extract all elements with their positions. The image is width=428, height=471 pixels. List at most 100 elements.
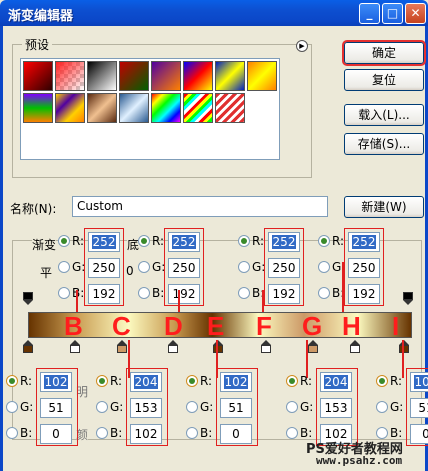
preset-swatch[interactable] — [215, 93, 245, 123]
channel-radio-r[interactable] — [138, 235, 150, 247]
channel-value-text: 250 — [272, 261, 296, 275]
channel-value-b[interactable]: 192 — [348, 284, 380, 304]
channel-value-g[interactable]: 250 — [348, 258, 380, 278]
channel-value-r[interactable]: 252 — [88, 232, 120, 252]
opacity-stop-right[interactable] — [403, 292, 413, 306]
channel-value-b[interactable]: 0 — [220, 424, 252, 444]
opacity-stop-left[interactable] — [23, 292, 33, 306]
preset-swatch[interactable] — [215, 61, 245, 91]
preset-swatch[interactable] — [23, 61, 53, 91]
channel-value-b[interactable]: 102 — [130, 424, 162, 444]
channel-value-r[interactable]: 102 — [220, 372, 252, 392]
channel-radio-g[interactable] — [376, 401, 388, 413]
close-button[interactable]: ✕ — [405, 3, 426, 24]
channel-value-text: 51 — [418, 401, 428, 415]
channel-radio-g[interactable] — [286, 401, 298, 413]
color-stop[interactable] — [308, 340, 318, 354]
color-stop[interactable] — [117, 340, 127, 354]
color-stop[interactable] — [213, 340, 223, 354]
preset-swatch[interactable] — [119, 61, 149, 91]
channel-value-r[interactable]: 102 — [40, 372, 72, 392]
channel-radio-g[interactable] — [318, 261, 330, 273]
preset-swatch[interactable] — [151, 93, 181, 123]
channel-value-r[interactable]: 252 — [348, 232, 380, 252]
preset-swatch[interactable] — [151, 61, 181, 91]
channel-value-text: 153 — [134, 401, 158, 415]
channel-label-g: G: — [300, 400, 314, 414]
channel-radio-b[interactable] — [138, 287, 150, 299]
channel-radio-r[interactable] — [286, 375, 298, 387]
channel-value-g[interactable]: 51 — [410, 398, 428, 418]
channel-value-text: 252 — [91, 235, 117, 249]
name-input[interactable]: Custom — [72, 196, 328, 217]
color-stop[interactable] — [168, 340, 178, 354]
annotation-letter: H — [342, 311, 361, 341]
color-stop[interactable] — [261, 340, 271, 354]
channel-value-r[interactable]: 252 — [268, 232, 300, 252]
channel-radio-g[interactable] — [96, 401, 108, 413]
preset-swatch[interactable] — [55, 61, 85, 91]
preset-swatches — [20, 58, 280, 160]
channel-value-r[interactable]: 252 — [168, 232, 200, 252]
channel-radio-g[interactable] — [58, 261, 70, 273]
load-button[interactable]: 载入(L)... — [344, 104, 424, 126]
channel-value-g[interactable]: 51 — [40, 398, 72, 418]
channel-radio-b[interactable] — [58, 287, 70, 299]
channel-radio-b[interactable] — [318, 287, 330, 299]
channel-value-r[interactable]: 204 — [130, 372, 162, 392]
channel-radio-r[interactable] — [58, 235, 70, 247]
channel-label-g: G: — [390, 400, 404, 414]
preset-swatch[interactable] — [87, 61, 117, 91]
preset-swatch[interactable] — [183, 61, 213, 91]
channel-value-g[interactable]: 153 — [320, 398, 352, 418]
channel-radio-g[interactable] — [238, 261, 250, 273]
channel-radio-r[interactable] — [96, 375, 108, 387]
ok-button[interactable]: 确定 — [342, 40, 426, 66]
reset-button[interactable]: 复位 — [344, 69, 424, 91]
menu-arrow-icon[interactable]: ▶ — [296, 40, 308, 52]
channel-radio-r[interactable] — [6, 375, 18, 387]
channel-value-b[interactable]: 192 — [168, 284, 200, 304]
channel-value-b[interactable]: 192 — [88, 284, 120, 304]
channel-value-r[interactable]: 204 — [320, 372, 352, 392]
preset-swatch[interactable] — [87, 93, 117, 123]
new-button[interactable]: 新建(W) — [344, 196, 424, 218]
channel-radio-b[interactable] — [6, 427, 18, 439]
preset-swatch[interactable] — [55, 93, 85, 123]
channel-value-b[interactable]: 0 — [40, 424, 72, 444]
channel-value-r[interactable]: 102 — [410, 372, 428, 392]
channel-radio-b[interactable] — [238, 287, 250, 299]
channel-value-b[interactable]: 192 — [268, 284, 300, 304]
minimize-button[interactable]: _ — [359, 3, 380, 24]
preset-swatch[interactable] — [247, 61, 277, 91]
channel-radio-r[interactable] — [238, 235, 250, 247]
preset-swatch[interactable] — [23, 93, 53, 123]
color-stop[interactable] — [23, 340, 33, 354]
channel-radio-g[interactable] — [138, 261, 150, 273]
channel-radio-g[interactable] — [6, 401, 18, 413]
preset-swatch[interactable] — [119, 93, 149, 123]
annotation-letter: D — [164, 311, 183, 341]
color-stop[interactable] — [70, 340, 80, 354]
color-stop[interactable] — [399, 340, 409, 354]
channel-value-text: 252 — [351, 235, 377, 249]
channel-radio-b[interactable] — [96, 427, 108, 439]
channel-value-g[interactable]: 250 — [88, 258, 120, 278]
channel-value-g[interactable]: 250 — [168, 258, 200, 278]
color-stop[interactable] — [350, 340, 360, 354]
preset-swatch[interactable] — [183, 93, 213, 123]
channel-radio-r[interactable] — [186, 375, 198, 387]
channel-label-g: G: — [72, 260, 86, 274]
channel-radio-b[interactable] — [286, 427, 298, 439]
channel-value-g[interactable]: 51 — [220, 398, 252, 418]
channel-radio-r[interactable] — [376, 375, 388, 387]
channel-value-g[interactable]: 153 — [130, 398, 162, 418]
channel-radio-g[interactable] — [186, 401, 198, 413]
window-title: 渐变编辑器 — [8, 9, 74, 24]
channel-radio-r[interactable] — [318, 235, 330, 247]
maximize-button[interactable]: □ — [382, 3, 403, 24]
save-button[interactable]: 存储(S)... — [344, 133, 424, 155]
channel-value-g[interactable]: 250 — [268, 258, 300, 278]
channel-value-b[interactable]: 0 — [410, 424, 428, 444]
channel-radio-b[interactable] — [186, 427, 198, 439]
